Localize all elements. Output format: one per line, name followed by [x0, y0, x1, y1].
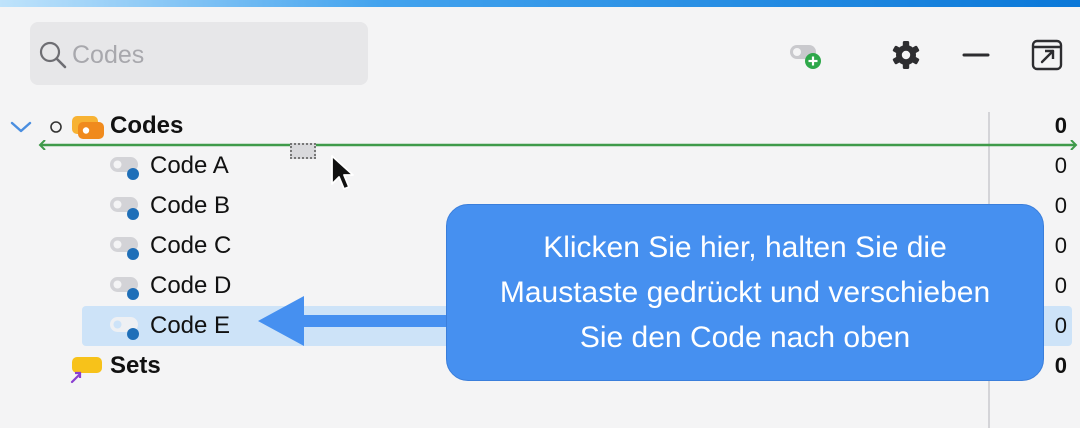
tree-count: 0: [1054, 193, 1067, 218]
tree-label: Code A: [150, 152, 229, 179]
sets-icon: [70, 357, 102, 384]
code-icon: [110, 277, 139, 300]
code-icon: [110, 197, 139, 220]
tree-label: Code B: [150, 192, 231, 219]
codes-folder-icon: [72, 116, 104, 139]
window-accent-bar: [0, 0, 1080, 7]
popout-icon[interactable]: [1030, 38, 1064, 72]
code-icon: [110, 237, 139, 260]
instruction-callout: Klicken Sie hier, halten Sie die Maustas…: [446, 204, 1044, 381]
chevron-down-icon[interactable]: [9, 119, 33, 135]
tree-count: 0: [1054, 353, 1067, 378]
tree-label: Code C: [150, 232, 232, 259]
tree-count: 0: [1054, 153, 1067, 178]
code-icon: [110, 157, 139, 180]
search-placeholder: Codes: [72, 41, 145, 69]
tree-count: 0: [1054, 273, 1067, 298]
gear-icon[interactable]: [889, 38, 923, 72]
minimize-icon[interactable]: [959, 38, 993, 72]
search-field[interactable]: Codes: [30, 22, 368, 85]
annotation-arrow-icon: [258, 296, 458, 346]
tree-count: 0: [1054, 233, 1067, 258]
status-circle-icon: [50, 121, 62, 133]
drag-ghost: [290, 143, 316, 159]
tree-row-code-a[interactable]: Code A 0: [0, 147, 1080, 185]
mouse-cursor-icon: [331, 155, 354, 190]
tree-count: 0: [1054, 313, 1067, 338]
search-icon: [39, 41, 67, 69]
callout-text: Klicken Sie hier, halten Sie die Maustas…: [499, 231, 991, 354]
tree-label: Sets: [110, 352, 161, 379]
code-icon: [110, 317, 139, 340]
new-code-icon[interactable]: [788, 38, 822, 72]
tree-label: Code E: [150, 312, 231, 339]
tree-label: Code D: [150, 272, 232, 299]
